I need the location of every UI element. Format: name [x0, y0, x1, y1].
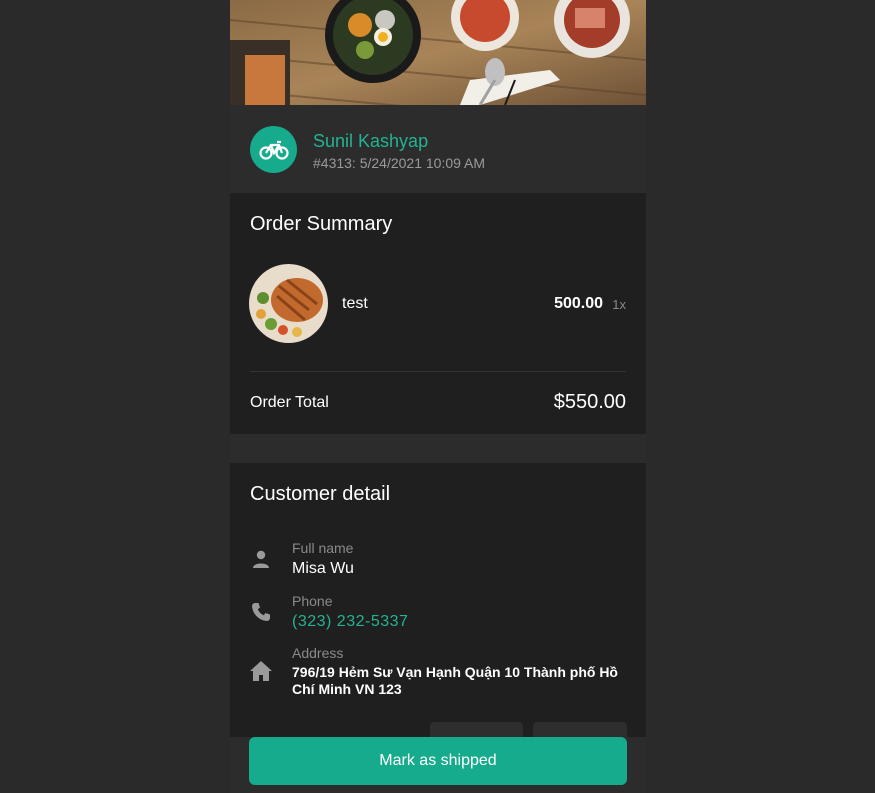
- order-detail-panel: Sunil Kashyap #4313: 5/24/2021 10:09 AM …: [230, 0, 646, 793]
- order-meta: #4313: 5/24/2021 10:09 AM: [313, 155, 486, 171]
- phone-label: Phone: [292, 593, 333, 609]
- customer-detail-title: Customer detail: [250, 483, 391, 505]
- person-icon: [249, 547, 273, 571]
- full-name-value: Misa Wu: [292, 560, 354, 577]
- footer-bar: Mark as shipped: [230, 737, 646, 793]
- address-value: 796/19 Hẻm Sư Vạn Hạnh Quận 10 Thành phố…: [292, 664, 618, 697]
- mark-as-shipped-button[interactable]: Mark as shipped: [249, 737, 627, 785]
- order-summary-title: Order Summary: [250, 213, 393, 235]
- phone-link[interactable]: (323) 232-5337: [292, 613, 408, 631]
- courier-name: Sunil Kashyap: [313, 131, 429, 151]
- address-label: Address: [292, 645, 344, 661]
- item-thumbnail: [249, 264, 328, 343]
- section-separator: [230, 434, 646, 463]
- item-quantity: 1x: [612, 297, 626, 312]
- bicycle-icon: [250, 126, 297, 173]
- courier-header: Sunil Kashyap #4313: 5/24/2021 10:09 AM: [230, 105, 646, 193]
- item-name: test: [342, 295, 368, 312]
- phone-icon: [249, 600, 273, 624]
- home-icon: [249, 659, 273, 683]
- full-name-label: Full name: [292, 540, 354, 556]
- order-total-value: $550.00: [553, 391, 626, 413]
- item-price: 500.00: [554, 295, 603, 312]
- hero-food-image: [230, 0, 646, 105]
- order-total-label: Order Total: [250, 394, 329, 411]
- divider: [250, 371, 626, 372]
- order-summary-section: Order Summary test 500.00 1x Order Total…: [230, 193, 646, 434]
